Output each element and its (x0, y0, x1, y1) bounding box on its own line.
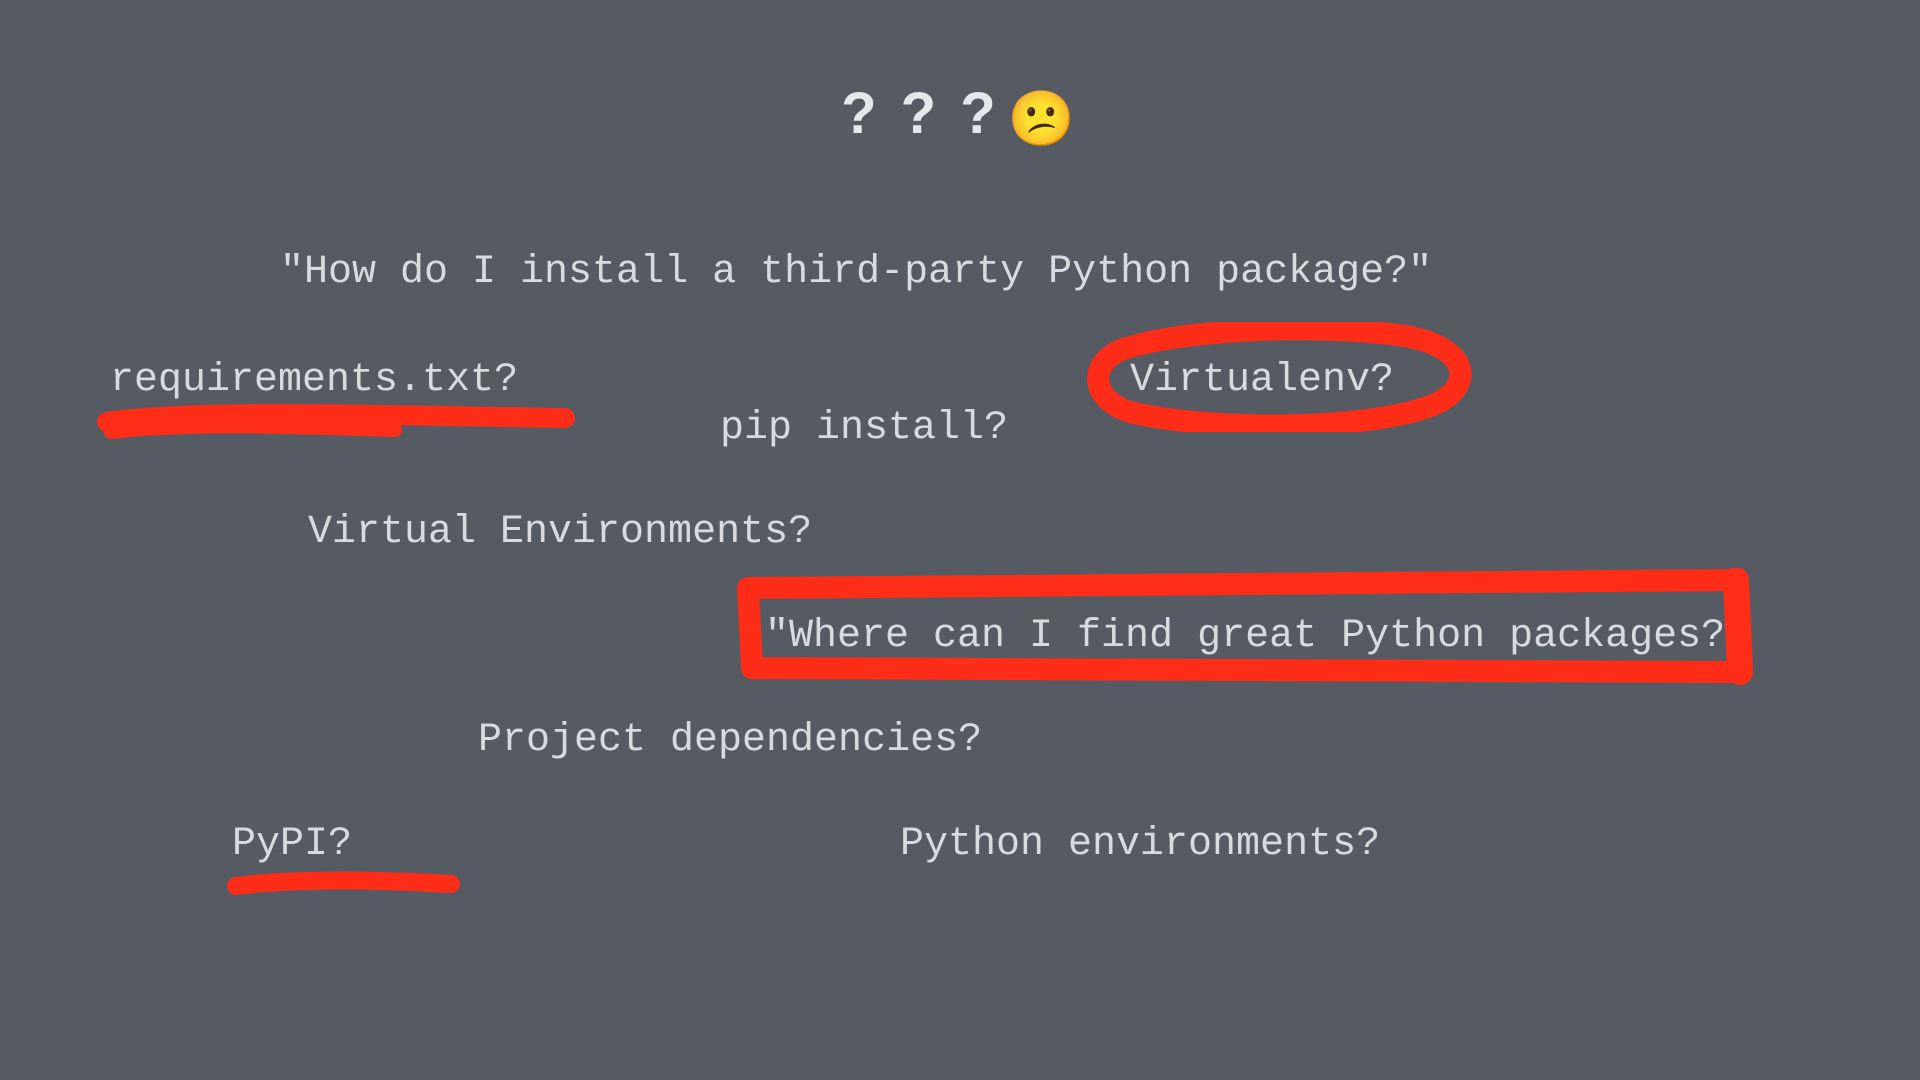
term-pypi: PyPI? (232, 822, 352, 867)
term-virtual-envs: Virtual Environments? (308, 510, 812, 555)
term-py-envs: Python environments? (900, 822, 1380, 867)
annotation-underline-requirements (95, 400, 585, 440)
term-virtualenv: Virtualenv? (1130, 358, 1394, 403)
slide-title: ? ? ?😕 (841, 80, 1079, 151)
term-pip-install: pip install? (720, 406, 1008, 451)
term-proj-deps: Project dependencies? (478, 718, 982, 763)
term-requirements: requirements.txt? (110, 358, 518, 403)
term-install-pkg: "How do I install a third-party Python p… (280, 250, 1432, 295)
annotation-underline-pypi (226, 868, 466, 898)
title-marks: ? ? ? (841, 81, 1000, 146)
confused-emoji-icon: 😕 (1008, 88, 1079, 151)
term-find-packages: "Where can I find great Python packages?… (765, 614, 1749, 659)
slide: ? ? ?😕 "How do I install a third-party P… (0, 0, 1920, 1080)
